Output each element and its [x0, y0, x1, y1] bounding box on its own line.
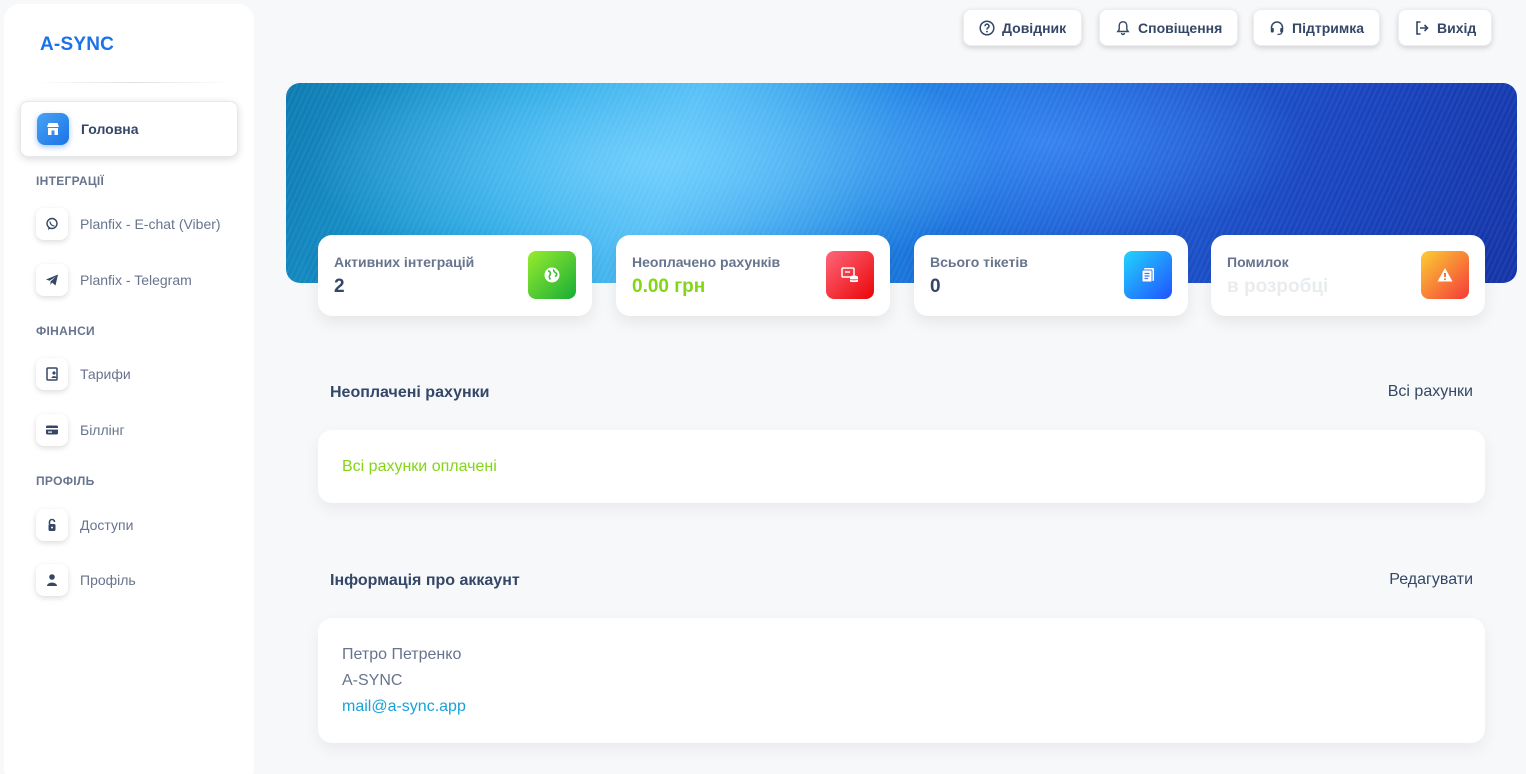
document-icon: [1124, 251, 1172, 299]
all-paid-message: Всі рахунки оплачені: [342, 458, 497, 475]
sidebar: A-SYNC Головна ІНТЕГРАЦІЇ Planfix - E-ch…: [4, 4, 254, 774]
notifications-button[interactable]: Сповіщення: [1099, 9, 1239, 46]
stat-card-unpaid: Неоплачено рахунків 0.00 грн: [616, 235, 890, 316]
sidebar-item-viber[interactable]: Planfix - E-chat (Viber): [20, 196, 238, 252]
viber-icon: [36, 208, 68, 240]
stat-card-integrations: Активних інтеграцій 2: [318, 235, 592, 316]
app-logo[interactable]: A-SYNC: [40, 34, 114, 56]
sidebar-item-label: Planfix - E-chat (Viber): [80, 216, 221, 232]
stat-card-tickets: Всього тікетів 0: [914, 235, 1188, 316]
support-button-label: Підтримка: [1292, 19, 1365, 36]
unpaid-invoices-title: Неоплачені рахунки: [330, 384, 490, 401]
sidebar-item-billing[interactable]: Біллінг: [20, 402, 238, 458]
lock-icon: [36, 509, 68, 541]
account-email-link[interactable]: mail@a-sync.app: [342, 694, 1461, 720]
invoice-icon: [826, 251, 874, 299]
help-button-label: Довідник: [1002, 19, 1067, 36]
sidebar-item-tariffs[interactable]: Тарифи: [20, 346, 238, 402]
bell-icon: [1116, 20, 1130, 35]
sidebar-divider: [34, 82, 234, 83]
telegram-icon: [36, 264, 68, 296]
sidebar-item-label: Профіль: [80, 572, 136, 588]
globe-icon: [528, 251, 576, 299]
sidebar-item-telegram[interactable]: Planfix - Telegram: [20, 252, 238, 308]
user-icon: [36, 564, 68, 596]
section-heading-integrations: ІНТЕГРАЦІЇ: [36, 174, 105, 188]
sidebar-item-label: Біллінг: [80, 422, 125, 438]
store-icon: [37, 113, 69, 145]
logout-icon: [1416, 20, 1429, 35]
tariff-icon: [36, 358, 68, 390]
account-info-title: Інформація про аккаунт: [330, 572, 520, 589]
sidebar-item-access[interactable]: Доступи: [20, 497, 238, 553]
credit-card-icon: [36, 414, 68, 446]
headset-icon: [1270, 20, 1284, 35]
sidebar-item-label: Planfix - Telegram: [80, 272, 192, 288]
logout-button[interactable]: Вихід: [1398, 9, 1493, 46]
sidebar-item-profile[interactable]: Профіль: [20, 552, 238, 608]
question-circle-icon: [979, 19, 995, 36]
warning-icon: [1421, 251, 1469, 299]
account-info-panel: Петро Петренко A-SYNC mail@a-sync.app: [318, 618, 1485, 743]
section-heading-profile: ПРОФІЛЬ: [36, 474, 95, 488]
sidebar-item-label: Головна: [81, 121, 139, 137]
edit-account-link[interactable]: Редагувати: [1389, 571, 1473, 589]
section-heading-finance: ФІНАНСИ: [36, 324, 95, 338]
support-button[interactable]: Підтримка: [1253, 9, 1381, 46]
all-invoices-link[interactable]: Всі рахунки: [1388, 383, 1473, 401]
stat-card-errors: Помилок в розробці: [1211, 235, 1485, 316]
account-company: A-SYNC: [342, 672, 403, 689]
sidebar-item-label: Тарифи: [80, 366, 131, 382]
sidebar-item-label: Доступи: [80, 517, 134, 533]
help-button[interactable]: Довідник: [963, 9, 1083, 46]
account-name: Петро Петренко: [342, 646, 462, 663]
sidebar-item-home[interactable]: Головна: [20, 101, 238, 157]
unpaid-invoices-panel: Всі рахунки оплачені: [318, 430, 1485, 503]
logout-button-label: Вихід: [1437, 19, 1477, 36]
notifications-button-label: Сповіщення: [1138, 19, 1223, 36]
